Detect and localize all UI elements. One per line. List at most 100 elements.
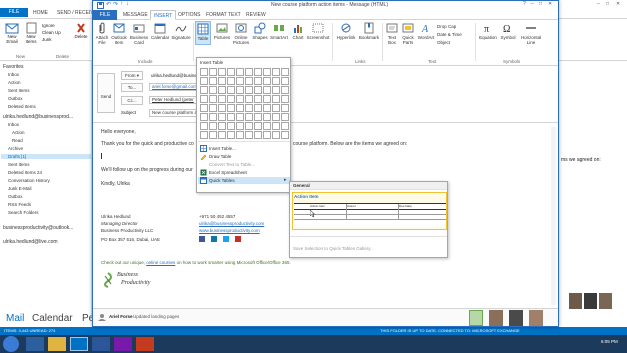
acc1-search-folders[interactable]: Search Folders [8, 210, 39, 215]
table-grid-cell[interactable] [227, 77, 235, 85]
send-button[interactable]: Send [97, 73, 115, 113]
table-grid-cell[interactable] [218, 68, 226, 76]
table-grid-cell[interactable] [236, 95, 244, 103]
table-grid-cell[interactable] [227, 95, 235, 103]
arrow-down-icon[interactable]: ↓ [126, 1, 129, 7]
tab-file[interactable]: FILE [93, 10, 117, 20]
table-grid-cell[interactable] [272, 86, 280, 94]
table-grid-cell[interactable] [218, 104, 226, 112]
table-grid-cell[interactable] [200, 122, 208, 130]
table-grid-cell[interactable] [218, 113, 226, 121]
youtube-icon[interactable] [235, 236, 241, 242]
minimize-icon[interactable]: – [531, 1, 534, 7]
table-grid-cell[interactable] [227, 131, 235, 139]
table-button[interactable]: Table [195, 21, 211, 45]
avatar[interactable] [509, 310, 523, 326]
table-grid-cell[interactable] [263, 95, 271, 103]
close-icon[interactable]: ✕ [548, 1, 552, 7]
drop-cap-button[interactable]: Drop Cap [437, 23, 462, 31]
business-card-button[interactable]: Business Card [129, 22, 149, 45]
table-grid-cell[interactable] [254, 77, 262, 85]
table-grid-cell[interactable] [245, 122, 253, 130]
table-grid-cell[interactable] [272, 131, 280, 139]
action-item-quick-table[interactable]: Action Item Action Item Owner Due Date [292, 192, 447, 230]
fav-outbox[interactable]: Outbox [8, 96, 23, 101]
tab-home[interactable]: HOME [30, 9, 51, 18]
table-grid-cell[interactable] [254, 104, 262, 112]
clean-up-button[interactable]: Clean Up [42, 29, 61, 36]
table-grid-cell[interactable] [200, 68, 208, 76]
table-grid-cell[interactable] [281, 86, 289, 94]
window-controls[interactable]: – □ ✕ [596, 1, 624, 7]
table-grid-cell[interactable] [272, 95, 280, 103]
acc1-sent-items[interactable]: Sent Items [8, 162, 30, 167]
table-grid-cell[interactable] [254, 113, 262, 121]
ie-taskbar-icon[interactable] [26, 337, 44, 351]
quick-parts-button[interactable]: Quick Parts [400, 22, 416, 45]
table-grid-cell[interactable] [218, 122, 226, 130]
table-grid-cell[interactable] [227, 113, 235, 121]
horizontal-line-button[interactable]: Horizontal Line [518, 22, 544, 45]
object-button[interactable]: Object [437, 39, 462, 47]
fav-deleted-items[interactable]: Deleted Items [8, 104, 36, 109]
table-grid-cell[interactable] [281, 68, 289, 76]
table-grid-cell[interactable] [281, 113, 289, 121]
attach-file-button[interactable]: Attach File [95, 22, 109, 45]
fav-action[interactable]: Action [8, 80, 21, 85]
table-grid-cell[interactable] [209, 131, 217, 139]
screenshot-button[interactable]: Screenshot [306, 22, 330, 40]
wordart-button[interactable]: A WordArt [417, 22, 435, 40]
avatar[interactable] [584, 293, 597, 309]
table-grid-cell[interactable] [245, 86, 253, 94]
table-grid-cell[interactable] [245, 68, 253, 76]
cc-button[interactable]: Cc... [121, 96, 143, 105]
table-grid-cell[interactable] [281, 104, 289, 112]
table-grid-cell[interactable] [245, 77, 253, 85]
nav-calendar[interactable]: Calendar [32, 313, 73, 324]
table-grid-cell[interactable] [236, 122, 244, 130]
bookmark-button[interactable]: Bookmark [358, 22, 380, 40]
explorer-taskbar-icon[interactable] [48, 337, 66, 351]
start-button[interactable] [3, 336, 19, 352]
account1-header[interactable]: ulrika.hedlund@businessprod... [3, 114, 73, 120]
outlook-item-button[interactable]: Outlook Item [111, 22, 127, 45]
table-grid-cell[interactable] [236, 77, 244, 85]
onenote-taskbar-icon[interactable] [114, 337, 132, 351]
acc1-deleted-items[interactable]: Deleted Items 24 [8, 170, 42, 175]
to-button[interactable]: To... [121, 83, 143, 92]
acc1-archive[interactable]: Archive [8, 146, 23, 151]
table-grid-cell[interactable] [281, 95, 289, 103]
table-grid-cell[interactable] [236, 131, 244, 139]
nav-mail[interactable]: Mail [6, 313, 24, 324]
ignore-button[interactable]: Ignore [42, 22, 61, 29]
table-grid-cell[interactable] [281, 77, 289, 85]
equation-button[interactable]: π Equation [478, 22, 498, 40]
table-grid-cell[interactable] [272, 113, 280, 121]
table-size-grid[interactable] [200, 68, 290, 140]
avatar[interactable] [469, 310, 483, 326]
table-grid-cell[interactable] [254, 68, 262, 76]
table-grid-cell[interactable] [200, 113, 208, 121]
table-grid-cell[interactable] [236, 113, 244, 121]
tab-format-text[interactable]: FORMAT TEXT [203, 10, 244, 20]
acc1-drafts[interactable]: Drafts [1] [1, 154, 91, 159]
avatar[interactable] [489, 310, 503, 326]
table-grid-cell[interactable] [218, 77, 226, 85]
table-grid-cell[interactable] [209, 77, 217, 85]
hyperlink-button[interactable]: Hyperlink [335, 22, 357, 40]
powerpoint-taskbar-icon[interactable] [136, 337, 154, 351]
shapes-button[interactable]: Shapes [251, 22, 269, 40]
online-pictures-button[interactable]: Online Pictures [232, 22, 250, 45]
maximize-icon[interactable]: □ [539, 1, 542, 7]
smartart-button[interactable]: SmartArt [269, 22, 289, 40]
facebook-icon[interactable] [199, 236, 205, 242]
acc1-action[interactable]: Action [12, 130, 25, 135]
quick-tables-item[interactable]: Quick Tables [209, 178, 235, 183]
table-grid-cell[interactable] [263, 68, 271, 76]
account2-header[interactable]: businessproductivity@outlook... [3, 225, 73, 231]
acc1-read[interactable]: Read [12, 138, 23, 143]
tab-review[interactable]: REVIEW [243, 10, 269, 20]
acc1-junk[interactable]: Junk E-Mail [8, 186, 32, 191]
table-grid-cell[interactable] [281, 122, 289, 130]
table-grid-cell[interactable] [263, 77, 271, 85]
